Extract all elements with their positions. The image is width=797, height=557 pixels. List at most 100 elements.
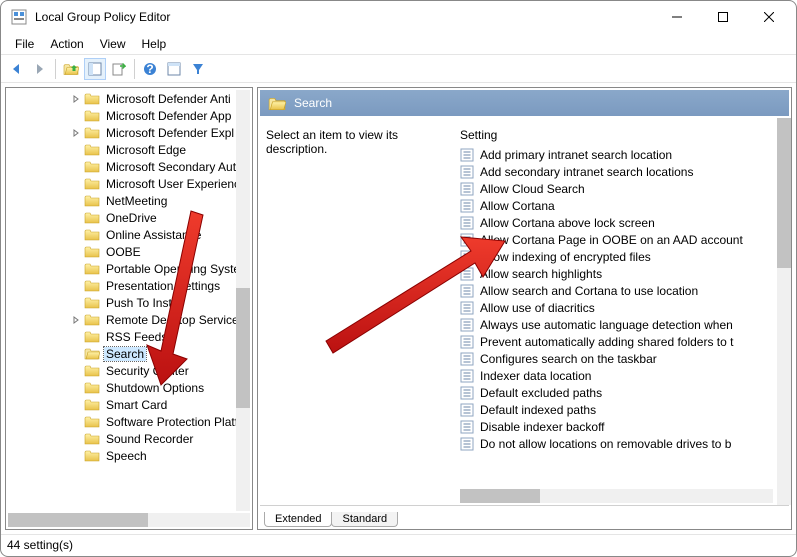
tree-vertical-scrollbar[interactable] [236,90,250,511]
setting-item[interactable]: Do not allow locations on removable driv… [460,435,787,452]
properties-button[interactable] [163,58,185,80]
setting-item[interactable]: Add primary intranet search location [460,146,787,163]
folder-icon [84,398,100,411]
policy-setting-icon [460,352,474,366]
tree-item[interactable]: Microsoft Defender Expl [6,124,252,141]
minimize-button[interactable] [654,1,700,33]
setting-label: Default indexed paths [480,403,596,417]
setting-item[interactable]: Indexer data location [460,367,787,384]
tree-item-label: Speech [104,449,149,463]
folder-icon [84,279,100,292]
folder-icon [84,92,100,105]
setting-item[interactable]: Prevent automatically adding shared fold… [460,333,787,350]
tree-item-label: OOBE [104,245,143,259]
filter-button[interactable] [187,58,209,80]
setting-item[interactable]: Default excluded paths [460,384,787,401]
tree-item[interactable]: Smart Card [6,396,252,413]
up-button[interactable] [60,58,82,80]
policy-setting-icon [460,335,474,349]
chevron-right-icon[interactable] [70,316,82,324]
tree-item[interactable]: OneDrive [6,209,252,226]
setting-item[interactable]: Default indexed paths [460,401,787,418]
policy-setting-icon [460,233,474,247]
tree-item[interactable]: Search [6,345,252,362]
tree-item[interactable]: OOBE [6,243,252,260]
detail-header: Search [260,90,789,116]
menu-bar: File Action View Help [1,33,796,55]
tree-horizontal-scrollbar[interactable] [8,513,250,527]
menu-view[interactable]: View [92,35,134,53]
svg-text:?: ? [146,62,153,76]
tree-item[interactable]: Shutdown Options [6,379,252,396]
setting-label: Allow indexing of encrypted files [480,250,651,264]
column-header-setting[interactable]: Setting [460,128,787,146]
tree-item-label: Microsoft User Experienc [104,177,242,191]
setting-label: Do not allow locations on removable driv… [480,437,731,451]
tree-item[interactable]: Microsoft Edge [6,141,252,158]
setting-item[interactable]: Allow Cortana [460,197,787,214]
setting-item[interactable]: Allow search highlights [460,265,787,282]
policy-setting-icon [460,148,474,162]
export-button[interactable] [108,58,130,80]
menu-action[interactable]: Action [42,35,91,53]
tree-item-label: Push To Install [104,296,186,310]
folder-icon [84,160,100,173]
chevron-right-icon[interactable] [70,129,82,137]
policy-setting-icon [460,437,474,451]
tree-item[interactable]: Portable Operating Syste [6,260,252,277]
folder-icon [84,211,100,224]
list-vertical-scrollbar[interactable] [777,118,791,505]
tree-item[interactable]: Presentation Settings [6,277,252,294]
close-button[interactable] [746,1,792,33]
tree-item[interactable]: Microsoft Defender App [6,107,252,124]
tree-item[interactable]: Push To Install [6,294,252,311]
folder-open-icon [268,96,286,111]
tree-item[interactable]: Microsoft Defender Anti [6,90,252,107]
list-horizontal-scrollbar[interactable] [460,489,773,503]
policy-setting-icon [460,403,474,417]
help-button[interactable]: ? [139,58,161,80]
chevron-right-icon[interactable] [70,95,82,103]
policy-setting-icon [460,250,474,264]
tree-item[interactable]: RSS Feeds [6,328,252,345]
tree-item-label: Online Assistance [104,228,203,242]
tree-item-label: Sound Recorder [104,432,195,446]
folder-icon [84,330,100,343]
tree-item[interactable]: Remote Desktop Service [6,311,252,328]
tree-item[interactable]: Microsoft Secondary Aut [6,158,252,175]
window-title: Local Group Policy Editor [35,10,654,24]
folder-icon [84,126,100,139]
folder-icon [84,177,100,190]
setting-item[interactable]: Allow use of diacritics [460,299,787,316]
setting-item[interactable]: Allow Cloud Search [460,180,787,197]
menu-file[interactable]: File [7,35,42,53]
forward-button[interactable] [29,58,51,80]
setting-item[interactable]: Allow indexing of encrypted files [460,248,787,265]
setting-item[interactable]: Always use automatic language detection … [460,316,787,333]
tree-item[interactable]: Online Assistance [6,226,252,243]
setting-label: Allow Cloud Search [480,182,585,196]
tab-standard[interactable]: Standard [331,512,398,527]
setting-item[interactable]: Configures search on the taskbar [460,350,787,367]
tree-item[interactable]: Microsoft User Experienc [6,175,252,192]
tab-extended[interactable]: Extended [264,512,332,527]
menu-help[interactable]: Help [134,35,175,53]
tree-item-label: Microsoft Defender Anti [104,92,233,106]
setting-item[interactable]: Allow search and Cortana to use location [460,282,787,299]
setting-item[interactable]: Disable indexer backoff [460,418,787,435]
folder-icon [84,262,100,275]
tree-item[interactable]: Speech [6,447,252,464]
setting-label: Add primary intranet search location [480,148,672,162]
show-tree-button[interactable] [84,58,106,80]
tree-item[interactable]: NetMeeting [6,192,252,209]
tree-item-label: Shutdown Options [104,381,206,395]
setting-item[interactable]: Allow Cortana Page in OOBE on an AAD acc… [460,231,787,248]
setting-label: Always use automatic language detection … [480,318,733,332]
tree-item[interactable]: Security Center [6,362,252,379]
back-button[interactable] [5,58,27,80]
tree-item[interactable]: Software Protection Platf [6,413,252,430]
setting-item[interactable]: Allow Cortana above lock screen [460,214,787,231]
maximize-button[interactable] [700,1,746,33]
setting-item[interactable]: Add secondary intranet search locations [460,163,787,180]
tree-item[interactable]: Sound Recorder [6,430,252,447]
